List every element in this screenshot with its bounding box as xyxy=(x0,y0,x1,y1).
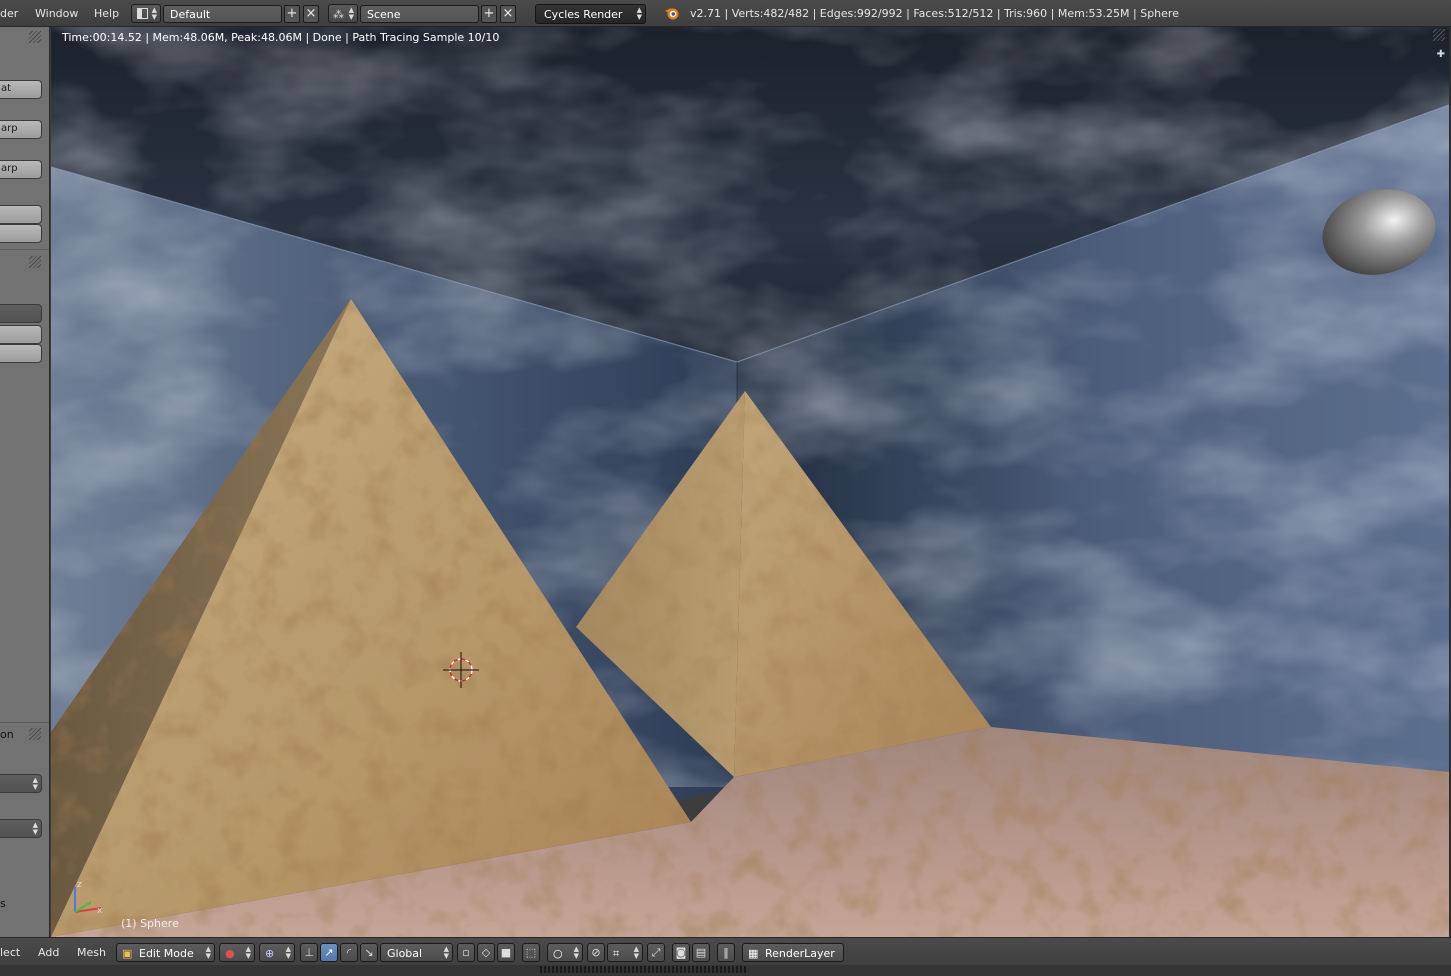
manipulator-toggle-icon[interactable]: ⊥ xyxy=(300,943,318,962)
add-menu[interactable]: Add xyxy=(38,946,59,959)
render-menu[interactable]: der xyxy=(0,7,18,20)
active-object-label: (1) Sphere xyxy=(121,917,179,930)
window-menu[interactable]: Window xyxy=(35,7,78,20)
pivot-icon: ⊕ xyxy=(265,947,275,960)
panel-grip-icon[interactable] xyxy=(29,256,41,268)
scale-manipulator-icon[interactable]: ↘ xyxy=(360,943,378,962)
shelf-button-4[interactable] xyxy=(0,205,42,224)
add-scene-button[interactable]: + xyxy=(481,5,497,23)
screen-layout-name-field[interactable]: Default xyxy=(163,5,282,23)
chevron-updown-icon: ▲ ▼ xyxy=(348,6,354,21)
render-layer-label: RenderLayer xyxy=(765,947,835,960)
orientation-label: Global xyxy=(387,947,423,960)
scene-name-field[interactable]: Scene xyxy=(360,5,479,23)
translate-manipulator-icon[interactable]: ↗ xyxy=(320,943,338,962)
delete-scene-button[interactable]: × xyxy=(500,5,516,23)
screen-layout-icon xyxy=(137,8,148,19)
delete-screen-button[interactable]: × xyxy=(303,5,319,23)
chevron-updown-icon: ▲ ▼ xyxy=(573,945,579,960)
axis-z-label: z xyxy=(77,880,82,890)
help-menu[interactable]: Help xyxy=(94,7,119,20)
blender-logo-icon xyxy=(664,5,680,21)
shelf-button-1[interactable]: at xyxy=(0,80,42,99)
occlude-geometry-icon[interactable]: ⬚ xyxy=(522,943,540,962)
shelf-dropdown-3[interactable]: ▲ ▼ xyxy=(0,819,42,838)
chevron-updown-icon: ▲ ▼ xyxy=(636,6,642,21)
add-screen-button[interactable]: + xyxy=(284,5,300,23)
screen-layout-browse-button[interactable]: ▲ ▼ xyxy=(131,4,161,23)
3d-view-header: lect Add Mesh ▣ Edit Mode ▲ ▼ ● ▲ ▼ ⊕ ▲ ▼ ⊥… xyxy=(0,937,1451,965)
chevron-updown-icon: ▲ ▼ xyxy=(245,945,251,960)
snap-increment-icon: ⌗ xyxy=(613,947,620,960)
shelf-dropdown-2[interactable]: ▲ ▼ xyxy=(0,774,42,793)
3d-viewport[interactable]: z x Time:00:14.52 | Mem:48.06M, Peak:48.… xyxy=(51,27,1449,937)
face-select-icon[interactable]: ■ xyxy=(497,943,515,962)
render-layer-dropdown[interactable]: ▦ RenderLayer xyxy=(742,943,844,962)
shelf-button-2[interactable]: arp xyxy=(0,120,42,139)
chevron-updown-icon: ▲ ▼ xyxy=(633,945,639,960)
mesh-menu[interactable]: Mesh xyxy=(77,946,106,959)
snap-element-dropdown[interactable]: ⌗ ▲ ▼ xyxy=(607,943,643,962)
proportional-edit-icon: ○ xyxy=(553,947,563,960)
info-header: der Window Help ▲ ▼ Default + × ⁂ ▲ ▼ Scen… xyxy=(0,0,1451,27)
properties-toggle-icon[interactable]: ✚ xyxy=(1437,49,1445,60)
edit-mode-icon: ▣ xyxy=(122,947,133,960)
scene-browse-button[interactable]: ⁂ ▲ ▼ xyxy=(328,4,358,23)
scene-statistics: v2.71 | Verts:482/482 | Edges:992/992 | … xyxy=(690,7,1179,20)
render-status-text: Time:00:14.52 | Mem:48.06M, Peak:48.06M … xyxy=(62,31,500,44)
footer-strip xyxy=(0,965,1451,976)
shelf-dropdown-1[interactable] xyxy=(0,304,42,323)
shelf-section-label: on xyxy=(0,728,14,741)
transform-orientation-dropdown[interactable]: Global ▲ ▼ xyxy=(380,943,453,962)
timeline-grip-icon[interactable] xyxy=(540,966,746,973)
shelf-button-6[interactable] xyxy=(0,325,42,344)
chevron-updown-icon: ▲ ▼ xyxy=(285,945,291,960)
shading-sphere-icon: ● xyxy=(225,947,235,960)
rotate-manipulator-icon[interactable]: ◜ xyxy=(340,943,358,962)
edge-select-icon[interactable]: ◇ xyxy=(477,943,495,962)
shelf-divider xyxy=(0,722,49,723)
shelf-bottom-label: s xyxy=(0,897,6,910)
chevron-updown-icon: ▲ ▼ xyxy=(205,945,211,960)
opengl-render-animation-icon[interactable]: ▤ xyxy=(692,943,710,962)
snap-toggle-icon[interactable]: ⊘ xyxy=(587,943,605,962)
shelf-button-5[interactable] xyxy=(0,224,42,243)
pause-render-icon[interactable]: ‖ xyxy=(717,943,735,962)
mode-label: Edit Mode xyxy=(139,947,194,960)
vertex-select-icon[interactable]: ▫ xyxy=(457,943,475,962)
axis-x-label: x xyxy=(97,906,103,916)
shelf-divider xyxy=(0,249,49,250)
render-layer-icon: ▦ xyxy=(748,947,759,960)
chevron-updown-icon: ▲ ▼ xyxy=(443,945,449,960)
scene-icon: ⁂ xyxy=(333,8,344,21)
chevron-updown-icon: ▲ ▼ xyxy=(32,821,38,836)
shelf-button-7[interactable] xyxy=(0,344,42,363)
chevron-updown-icon: ▲ ▼ xyxy=(32,776,38,791)
panel-grip-icon[interactable] xyxy=(29,728,41,740)
pivot-point-dropdown[interactable]: ⊕ ▲ ▼ xyxy=(259,943,295,962)
render-engine-dropdown[interactable]: Cycles Render ▲ ▼ xyxy=(535,4,646,24)
proportional-edit-dropdown[interactable]: ○ ▲ ▼ xyxy=(547,943,583,962)
chevron-updown-icon: ▲ ▼ xyxy=(151,6,157,21)
mode-dropdown[interactable]: ▣ Edit Mode ▲ ▼ xyxy=(116,943,215,962)
rendered-scene: z x xyxy=(51,27,1449,937)
shelf-button-3[interactable]: arp xyxy=(0,160,42,179)
render-engine-label: Cycles Render xyxy=(544,8,623,21)
viewport-shading-dropdown[interactable]: ● ▲ ▼ xyxy=(219,943,255,962)
snap-target-icon[interactable]: ⤢ xyxy=(647,943,665,962)
opengl-render-image-icon[interactable]: ◙ xyxy=(672,943,690,962)
area-split-grip-icon[interactable] xyxy=(1433,29,1445,41)
tool-shelf: at arp arp on ▲ ▼ ▲ ▼ s xyxy=(0,27,50,937)
panel-grip-icon[interactable] xyxy=(29,31,41,43)
select-menu[interactable]: lect xyxy=(0,946,20,959)
